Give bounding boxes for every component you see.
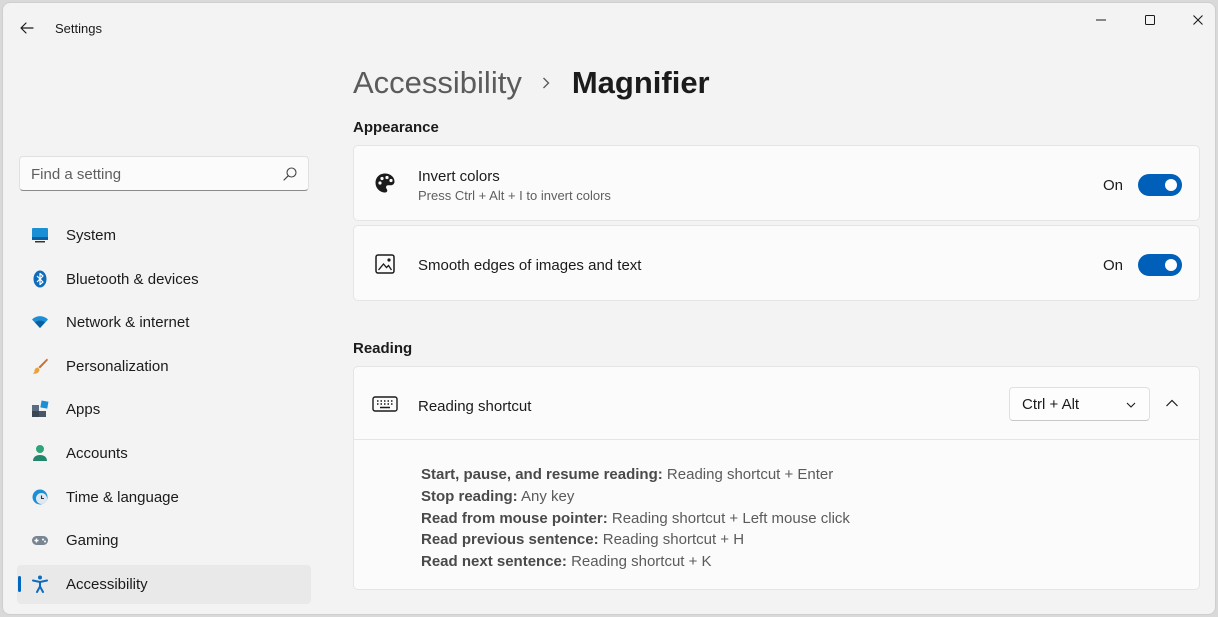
- close-button[interactable]: [1175, 3, 1215, 37]
- sidebar-item-label: Time & language: [66, 488, 179, 506]
- minimize-button[interactable]: [1078, 3, 1124, 37]
- gamepad-icon: [32, 536, 48, 546]
- active-indicator: [18, 575, 21, 592]
- bluetooth-icon: [33, 270, 47, 288]
- palette-icon: [375, 173, 395, 193]
- invert-colors-card: Invert colors Press Ctrl + Alt + I to in…: [353, 145, 1200, 221]
- sidebar-item-time-language[interactable]: Time & language: [17, 478, 311, 517]
- apps-icon: [32, 400, 49, 418]
- back-button[interactable]: [15, 16, 39, 40]
- shortcut-label: Read previous sentence:: [421, 531, 599, 549]
- system-icon: [32, 228, 48, 243]
- toggle-knob: [1165, 179, 1177, 191]
- shortcut-line: Stop reading: Any key: [421, 486, 850, 508]
- chevron-up-icon: [1166, 399, 1178, 407]
- sidebar-item-label: Accounts: [66, 444, 128, 462]
- smooth-edges-icon: [375, 254, 395, 274]
- shortcut-value: Any key: [521, 487, 575, 505]
- keyboard-icon: [372, 396, 398, 412]
- invert-colors-state: On: [1102, 177, 1123, 194]
- shortcut-label: Read next sentence:: [421, 553, 567, 571]
- accessibility-icon: [32, 575, 48, 593]
- chevron-right-icon: [542, 77, 550, 89]
- time-language-icon: [32, 489, 48, 505]
- sidebar-item-label: Network & internet: [66, 314, 190, 332]
- settings-window: Settings Find a setting System Bluetooth…: [2, 2, 1216, 615]
- back-arrow-icon: [20, 22, 34, 34]
- shortcut-label: Stop reading:: [421, 487, 518, 505]
- sidebar-item-label: Accessibility: [66, 575, 148, 593]
- page-title: Magnifier: [571, 65, 710, 100]
- reading-shortcut-card: Reading shortcut Ctrl + Alt Start, pause…: [353, 366, 1200, 590]
- smooth-edges-title: Smooth edges of images and text: [418, 257, 642, 274]
- dropdown-value: Ctrl + Alt: [1022, 396, 1080, 413]
- sidebar-item-label: Apps: [66, 401, 101, 419]
- reading-shortcut-title: Reading shortcut: [418, 398, 532, 415]
- title-bar: Settings: [3, 3, 1215, 53]
- shortcut-label: Read from mouse pointer:: [421, 509, 608, 527]
- shortcut-line: Read previous sentence: Reading shortcut…: [421, 529, 850, 551]
- breadcrumb-parent[interactable]: Accessibility: [353, 65, 522, 101]
- shortcut-line: Read next sentence: Reading shortcut + K: [421, 551, 850, 573]
- invert-colors-subtitle: Press Ctrl + Alt + I to invert colors: [418, 188, 611, 203]
- minimize-icon: [1096, 19, 1106, 21]
- sidebar-item-label: Personalization: [66, 357, 169, 375]
- shortcut-value: Reading shortcut + Left mouse click: [611, 509, 850, 527]
- chevron-down-icon: [1126, 402, 1136, 408]
- sidebar-item-label: Gaming: [66, 532, 119, 550]
- section-title-appearance: Appearance: [353, 119, 439, 136]
- sidebar-item-accounts[interactable]: Accounts: [17, 434, 311, 473]
- app-title: Settings: [55, 21, 102, 36]
- sidebar-item-network[interactable]: Network & internet: [17, 303, 311, 342]
- sidebar-item-apps[interactable]: Apps: [17, 390, 311, 429]
- invert-colors-title: Invert colors: [418, 168, 500, 185]
- close-icon: [1193, 15, 1203, 25]
- card-divider: [354, 439, 1199, 440]
- maximize-icon: [1145, 15, 1155, 25]
- accounts-icon: [33, 444, 47, 461]
- shortcut-value: Reading shortcut + H: [602, 531, 745, 549]
- brush-icon: [32, 358, 48, 374]
- network-icon: [32, 316, 48, 329]
- breadcrumb: Accessibility Magnifier: [353, 65, 710, 101]
- sidebar-item-bluetooth[interactable]: Bluetooth & devices: [17, 260, 311, 299]
- shortcut-line: Read from mouse pointer: Reading shortcu…: [421, 508, 850, 530]
- shortcut-list: Start, pause, and resume reading: Readin…: [421, 464, 850, 573]
- search-box[interactable]: Find a setting: [19, 156, 309, 191]
- reading-shortcut-dropdown[interactable]: Ctrl + Alt: [1009, 387, 1150, 421]
- search-icon[interactable]: [282, 166, 298, 182]
- shortcut-label: Start, pause, and resume reading:: [421, 466, 663, 483]
- search-input[interactable]: Find a setting: [31, 166, 121, 183]
- invert-colors-toggle[interactable]: [1138, 174, 1182, 196]
- shortcut-value: Reading shortcut + Enter: [666, 466, 834, 483]
- shortcut-value: Reading shortcut + K: [571, 553, 712, 571]
- sidebar-item-gaming[interactable]: Gaming: [17, 521, 311, 560]
- collapse-button[interactable]: [1160, 393, 1184, 413]
- sidebar-item-system[interactable]: System: [17, 216, 311, 255]
- sidebar-item-label: Bluetooth & devices: [66, 270, 199, 288]
- shortcut-line: Start, pause, and resume reading: Readin…: [421, 464, 850, 486]
- smooth-edges-toggle[interactable]: [1138, 254, 1182, 276]
- sidebar-item-personalization[interactable]: Personalization: [17, 347, 311, 386]
- toggle-knob: [1165, 259, 1177, 271]
- sidebar-item-label: System: [66, 227, 117, 244]
- smooth-edges-state: On: [1102, 257, 1123, 274]
- sidebar-nav: System Bluetooth & devices Network & int…: [17, 216, 311, 608]
- sidebar-item-accessibility[interactable]: Accessibility: [17, 564, 311, 604]
- section-title-reading: Reading: [353, 340, 413, 357]
- maximize-button[interactable]: [1127, 3, 1173, 37]
- smooth-edges-card: Smooth edges of images and text On: [353, 225, 1200, 301]
